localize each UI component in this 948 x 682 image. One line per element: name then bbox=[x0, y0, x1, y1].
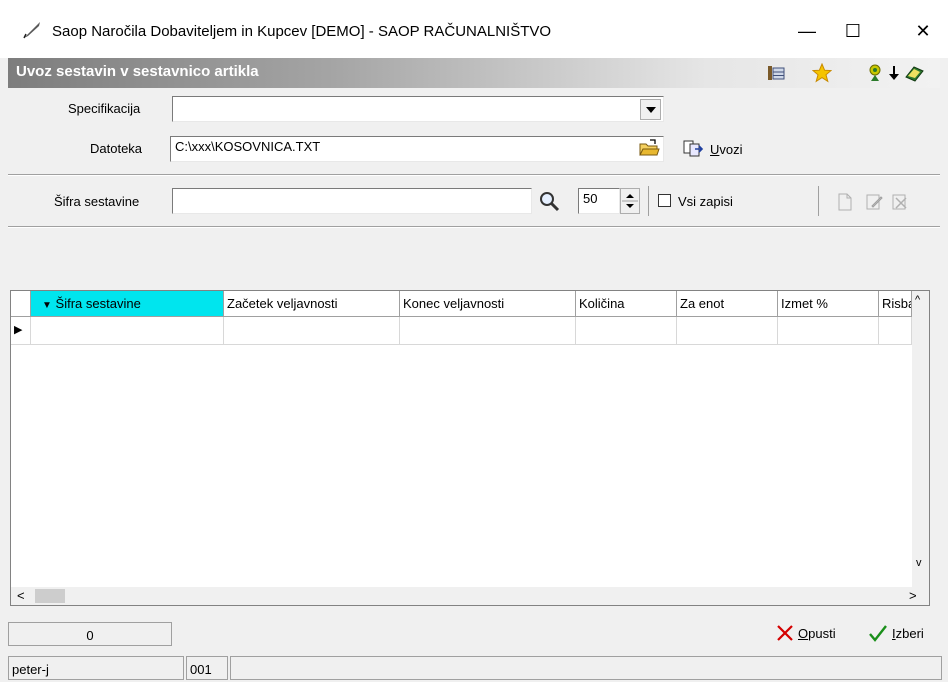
maximize-button[interactable]: ☐ bbox=[830, 14, 876, 48]
uvozi-button[interactable]: Uvozi bbox=[682, 139, 743, 159]
form-header: Uvoz sestavin v sestavnico artikla bbox=[8, 58, 940, 88]
table-cell[interactable] bbox=[224, 317, 400, 345]
vsi-zapisi-checkbox[interactable] bbox=[658, 194, 671, 207]
current-row-arrow-icon: ▶ bbox=[14, 324, 23, 336]
status-code: 001 bbox=[186, 656, 228, 680]
open-folder-icon[interactable] bbox=[638, 138, 660, 158]
minimize-button[interactable]: — bbox=[784, 14, 830, 48]
column-header-za-enot[interactable]: Za enot bbox=[677, 291, 778, 317]
table-cell[interactable] bbox=[879, 317, 912, 345]
vsi-zapisi-label: Vsi zapisi bbox=[678, 194, 733, 209]
opusti-mnemonic: O bbox=[798, 625, 809, 641]
help-person-icon[interactable] bbox=[866, 63, 886, 83]
page-size-value: 50 bbox=[583, 191, 598, 206]
close-button[interactable]: ✕ bbox=[900, 14, 946, 48]
row-indicator: ▶ bbox=[11, 317, 31, 345]
table-cell[interactable] bbox=[677, 317, 778, 345]
column-header-konec[interactable]: Konec veljavnosti bbox=[400, 291, 576, 317]
quill-app-icon bbox=[23, 22, 40, 39]
opusti-button[interactable]: Opusti bbox=[776, 624, 836, 642]
record-count: 0 bbox=[8, 622, 172, 646]
table-cell[interactable] bbox=[31, 317, 224, 345]
checkmark-icon bbox=[869, 625, 887, 642]
new-document-icon[interactable] bbox=[836, 192, 854, 212]
filter-separator bbox=[648, 186, 649, 216]
specifikacija-combo[interactable] bbox=[172, 96, 664, 122]
search-icon[interactable] bbox=[538, 190, 560, 212]
datoteka-value: C:\xxx\KOSOVNICA.TXT bbox=[175, 139, 321, 154]
table-cell[interactable] bbox=[400, 317, 576, 345]
uvozi-mnemonic: U bbox=[710, 141, 720, 157]
izberi-button[interactable]: Izberi bbox=[868, 624, 924, 642]
column-header-sifra[interactable]: ▼ Šifra sestavine bbox=[31, 291, 224, 317]
delete-document-icon[interactable] bbox=[890, 192, 910, 212]
cancel-x-icon bbox=[777, 625, 793, 641]
row-indicator-header bbox=[11, 291, 31, 317]
column-header-kolicina[interactable]: Količina bbox=[576, 291, 677, 317]
form-title: Uvoz sestavin v sestavnico artikla bbox=[16, 63, 259, 80]
scroll-right-icon[interactable]: > bbox=[909, 588, 917, 603]
vertical-scrollbar[interactable]: ^ v bbox=[912, 291, 929, 588]
scroll-up-icon[interactable]: ^ bbox=[915, 294, 920, 306]
status-user: peter-j bbox=[8, 656, 184, 680]
import-files-icon bbox=[683, 140, 704, 157]
column-header-zacetek[interactable]: Začetek veljavnosti bbox=[224, 291, 400, 317]
page-size-input[interactable]: 50 bbox=[578, 188, 620, 214]
sifra-sestavine-label: Šifra sestavine bbox=[54, 194, 140, 209]
up-down-arrows-icon bbox=[622, 194, 638, 208]
column-header-risba[interactable]: Risba bbox=[879, 291, 912, 317]
table-cell[interactable] bbox=[576, 317, 677, 345]
arrow-down-icon[interactable] bbox=[886, 63, 906, 83]
table-cell[interactable] bbox=[778, 317, 879, 345]
datoteka-input[interactable]: C:\xxx\KOSOVNICA.TXT bbox=[170, 136, 664, 162]
izberi-label: zberi bbox=[895, 625, 924, 641]
separator-filter-highlight bbox=[8, 227, 940, 228]
edit-document-icon[interactable] bbox=[864, 192, 884, 212]
scroll-left-icon[interactable]: < bbox=[17, 588, 25, 603]
status-extra bbox=[230, 656, 942, 680]
opusti-label: pusti bbox=[808, 625, 836, 641]
window-title: Saop Naročila Dobaviteljem in Kupcev [DE… bbox=[52, 23, 552, 40]
column-header-izmet[interactable]: Izmet % bbox=[778, 291, 879, 317]
datoteka-label: Datoteka bbox=[90, 141, 143, 156]
specifikacija-label: Specifikacija bbox=[68, 101, 141, 116]
sort-desc-icon: ▼ bbox=[42, 300, 52, 311]
star-icon[interactable] bbox=[812, 63, 832, 83]
horizontal-scroll-thumb[interactable] bbox=[35, 589, 65, 603]
toolbar-separator bbox=[818, 186, 819, 216]
exit-book-icon[interactable] bbox=[904, 63, 924, 83]
scroll-down-icon[interactable]: v bbox=[916, 557, 922, 569]
horizontal-scrollbar[interactable]: < > bbox=[11, 587, 929, 605]
separator-top-highlight bbox=[8, 175, 940, 176]
specifikacija-dropdown-button[interactable] bbox=[640, 99, 661, 120]
components-grid[interactable]: ▼ Šifra sestavine Začetek veljavnosti Ko… bbox=[10, 290, 930, 606]
page-size-stepper[interactable] bbox=[620, 188, 640, 214]
chevron-down-icon bbox=[645, 106, 656, 113]
sifra-sestavine-input[interactable] bbox=[172, 188, 532, 214]
grid-layout-icon[interactable] bbox=[766, 63, 786, 83]
column-header-sifra-label: Šifra sestavine bbox=[55, 296, 141, 311]
uvozi-label: vozi bbox=[719, 141, 743, 157]
